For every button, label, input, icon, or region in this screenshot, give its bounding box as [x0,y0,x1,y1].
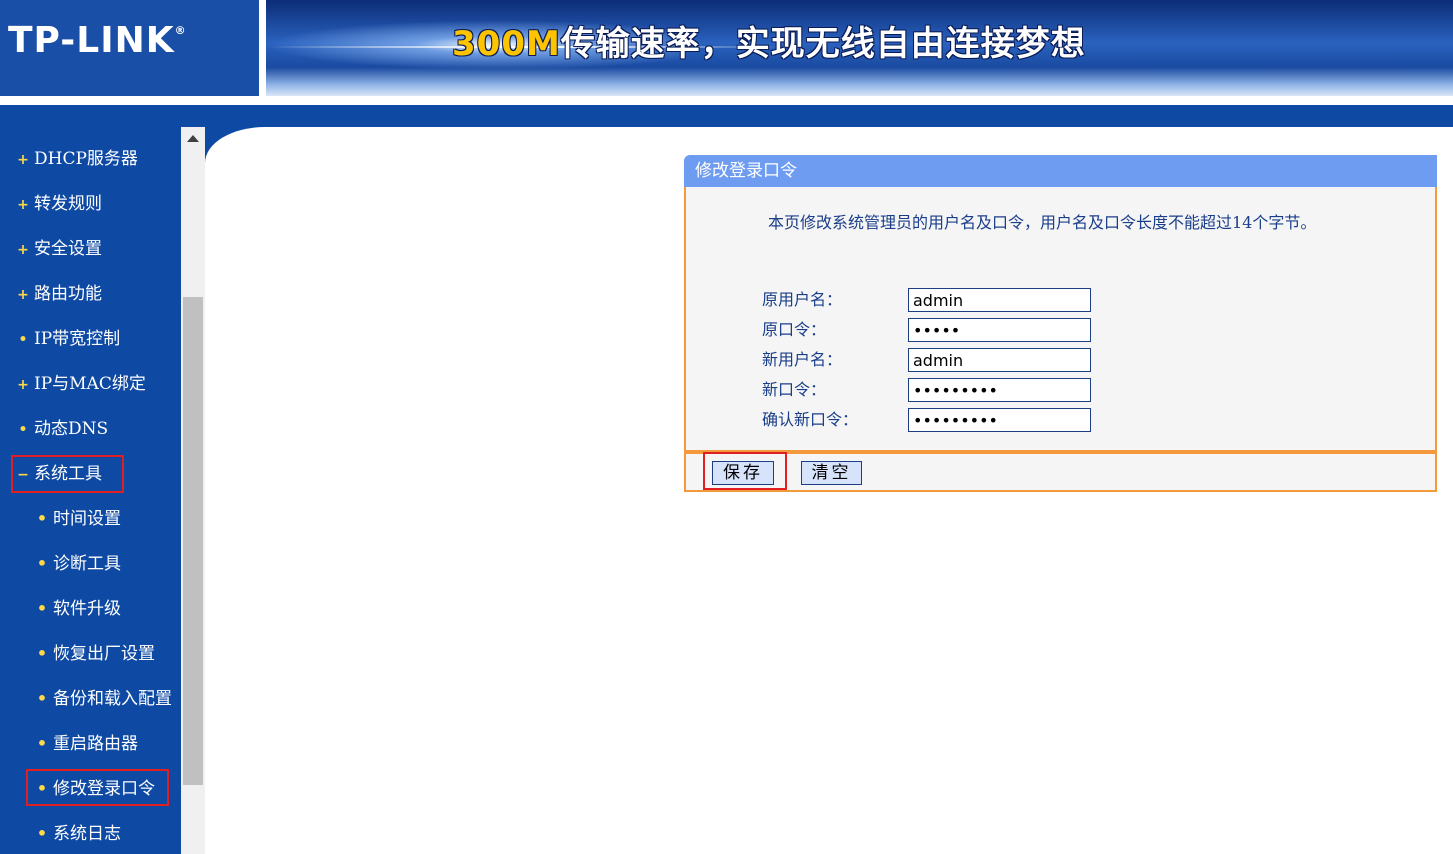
sidebar-scrollbar[interactable] [181,127,205,854]
plus-icon: + [17,287,29,303]
sidebar-item-time-settings[interactable]: • 时间设置 [36,504,121,534]
sidebar-item-ip-bandwidth[interactable]: • IP带宽控制 [17,324,121,354]
banner-slogan: 300M传输速率，实现无线自由连接梦想 [452,24,1086,64]
plus-icon: + [17,242,29,258]
panel-body: 本页修改系统管理员的用户名及口令，用户名及口令长度不能超过14个字节。 原用户名… [684,187,1437,452]
panel-title: 修改登录口令 [684,155,1437,187]
dot-icon: • [36,689,48,708]
logo-area: TP-LINK® [0,0,259,96]
banner: 300M传输速率，实现无线自由连接梦想 [266,0,1453,96]
sidebar-item-forwarding-rules[interactable]: + 转发规则 [17,189,102,219]
dot-icon: • [36,824,48,843]
plus-icon: + [17,197,29,213]
sidebar-item-diagnostics[interactable]: • 诊断工具 [36,549,121,579]
scroll-up-button[interactable] [181,127,205,151]
confirm-password-input[interactable]: ••••••••• [908,408,1091,432]
new-password-input[interactable]: ••••••••• [908,378,1091,402]
dot-icon: • [36,599,48,618]
sidebar-item-routing[interactable]: + 路由功能 [17,279,102,309]
dot-icon: • [36,779,48,798]
clear-button[interactable]: 清空 [801,461,862,485]
sidebar-menu: + DHCP服务器 + 转发规则 + 安全设置 + 路由功能 • IP带宽控制 + IP与M… [0,127,181,854]
dot-icon: • [36,509,48,528]
header-bar [0,105,1453,127]
old-password-input[interactable]: ••••• [908,318,1091,342]
panel-footer: 保存 清空 [684,452,1437,492]
sidebar-item-change-password[interactable]: • 修改登录口令 [36,774,155,804]
confirm-password-label: 确认新口令： [762,410,859,429]
plus-icon: + [17,377,29,393]
new-username-label: 新用户名： [762,350,843,369]
sidebar-item-system-log[interactable]: • 系统日志 [36,819,121,849]
old-username-input[interactable]: admin [908,288,1091,312]
sidebar-item-system-tools[interactable]: − 系统工具 [17,459,102,489]
dot-icon: • [18,422,28,438]
scroll-thumb[interactable] [183,297,203,785]
sidebar-item-dhcp-server[interactable]: + DHCP服务器 [17,144,138,174]
save-button[interactable]: 保存 [712,461,774,485]
dot-icon: • [36,644,48,663]
old-password-label: 原口令： [762,320,827,339]
sidebar-item-ddns[interactable]: • 动态DNS [17,414,109,444]
dot-icon: • [36,554,48,573]
sidebar-item-firmware-upgrade[interactable]: • 软件升级 [36,594,121,624]
page-header: TP-LINK® 300M传输速率，实现无线自由连接梦想 [0,0,1453,127]
tp-link-logo: TP-LINK® [8,20,187,61]
change-password-panel: 修改登录口令 本页修改系统管理员的用户名及口令，用户名及口令长度不能超过14个字… [684,155,1437,492]
old-username-label: 原用户名： [762,290,843,309]
sidebar-item-backup-restore[interactable]: • 备份和载入配置 [36,684,172,714]
new-password-label: 新口令： [762,380,827,399]
sidebar-item-security[interactable]: + 安全设置 [17,234,102,264]
sidebar-item-reboot[interactable]: • 重启路由器 [36,729,138,759]
dot-icon: • [18,332,28,348]
panel-description: 本页修改系统管理员的用户名及口令，用户名及口令长度不能超过14个字节。 [768,213,1317,232]
arrow-up-icon [187,135,199,142]
plus-icon: + [17,152,29,168]
minus-icon: − [17,467,29,483]
new-username-input[interactable]: admin [908,348,1091,372]
content-corner-decoration [205,127,265,167]
sidebar-item-factory-reset[interactable]: • 恢复出厂设置 [36,639,155,669]
sidebar-item-ip-mac-binding[interactable]: + IP与MAC绑定 [17,369,146,399]
dot-icon: • [36,734,48,753]
